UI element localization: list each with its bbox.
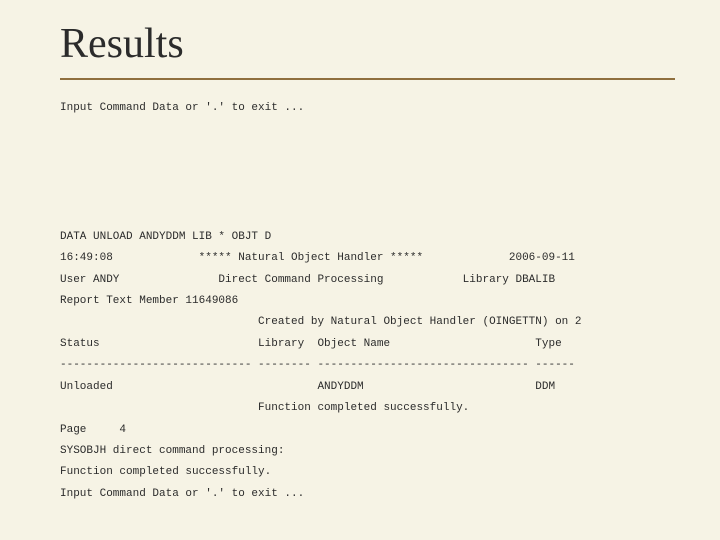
output-line: Status Library Object Name Type	[60, 338, 562, 350]
output-line: User ANDY Direct Command Processing Libr…	[60, 274, 555, 286]
output-line: Input Command Data or '.' to exit ...	[60, 488, 304, 500]
output-line: 16:49:08 ***** Natural Object Handler **…	[60, 252, 575, 264]
output-line: Function completed successfully.	[60, 466, 271, 478]
output-line: Function completed successfully.	[60, 402, 469, 414]
output-line: Unloaded ANDYDDM DDM	[60, 381, 555, 393]
terminal-output: Input Command Data or '.' to exit ... DA…	[60, 98, 675, 505]
title-underline	[60, 78, 675, 80]
output-line: DATA UNLOAD ANDYDDM LIB * OBJT D	[60, 231, 271, 243]
page-title: Results	[60, 20, 690, 68]
slide: Results Input Command Data or '.' to exi…	[0, 0, 720, 531]
output-line: Report Text Member 11649086	[60, 295, 238, 307]
output-line: ----------------------------- -------- -…	[60, 359, 575, 371]
output-line: Input Command Data or '.' to exit ...	[60, 102, 304, 114]
output-line: SYSOBJH direct command processing:	[60, 445, 284, 457]
output-line: Created by Natural Object Handler (OINGE…	[60, 316, 582, 328]
output-line: Page 4	[60, 424, 126, 436]
